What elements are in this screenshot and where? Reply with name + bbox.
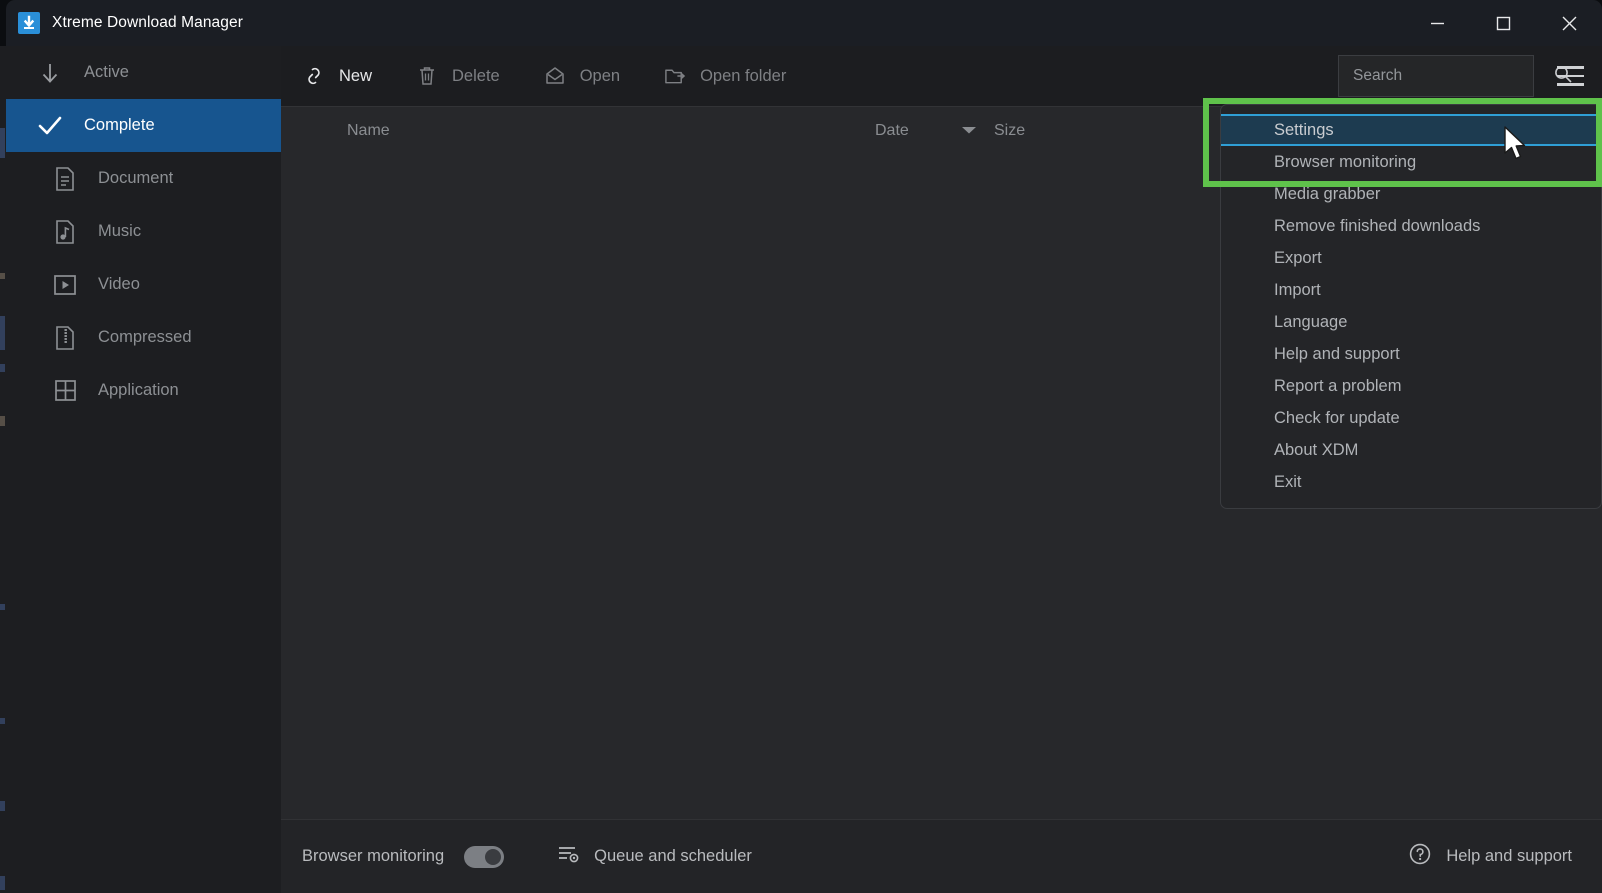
- column-header-date[interactable]: Date: [875, 122, 909, 140]
- grid-icon: [52, 378, 78, 404]
- menu-item-label: Settings: [1274, 120, 1334, 139]
- open-folder-label: Open folder: [700, 66, 787, 85]
- play-icon: [52, 272, 78, 298]
- archive-icon: [52, 325, 78, 351]
- menu-item-media-grabber[interactable]: Media grabber: [1221, 178, 1601, 210]
- sidebar-item-label: Video: [98, 275, 140, 293]
- menu-item-help-and-support[interactable]: Help and support: [1221, 338, 1601, 370]
- main-menu-dropdown: Settings Browser monitoring Media grabbe…: [1220, 104, 1602, 509]
- open-folder-button[interactable]: Open folder: [642, 46, 808, 106]
- sidebar-item-label: Music: [98, 222, 142, 240]
- menu-item-label: Import: [1274, 280, 1321, 299]
- open-button[interactable]: Open: [522, 46, 642, 106]
- menu-item-label: Media grabber: [1274, 184, 1381, 203]
- close-icon[interactable]: [1536, 0, 1602, 46]
- menu-item-label: Remove finished downloads: [1274, 216, 1481, 235]
- help-and-support-button[interactable]: Help and support: [1408, 842, 1572, 871]
- document-icon: [52, 166, 78, 192]
- music-note-icon: [52, 219, 78, 245]
- menu-item-language[interactable]: Language: [1221, 306, 1601, 338]
- sidebar-item-compressed[interactable]: Compressed: [6, 311, 281, 364]
- menu-item-export[interactable]: Export: [1221, 242, 1601, 274]
- menu-item-label: Browser monitoring: [1274, 152, 1417, 171]
- down-arrow-icon: [36, 59, 64, 87]
- menu-item-settings[interactable]: Settings: [1221, 114, 1601, 146]
- check-icon: [36, 112, 64, 140]
- menu-item-exit[interactable]: Exit: [1221, 466, 1601, 498]
- envelope-open-icon: [544, 65, 566, 87]
- menu-item-label: Check for update: [1274, 408, 1400, 427]
- chevron-down-icon[interactable]: [961, 122, 977, 140]
- browser-monitoring-toggle[interactable]: [464, 845, 505, 868]
- sidebar-item-label: Compressed: [98, 328, 192, 346]
- sidebar-item-active[interactable]: Active: [6, 46, 281, 99]
- application-window: Xtreme Download Manager Active Complete …: [0, 0, 1602, 893]
- delete-label: Delete: [452, 66, 500, 85]
- sidebar-item-music[interactable]: Music: [6, 205, 281, 258]
- sidebar-item-document[interactable]: Document: [6, 152, 281, 205]
- new-download-label: New: [339, 66, 373, 85]
- window-controls: [1404, 0, 1602, 46]
- menu-item-label: Help and support: [1274, 344, 1400, 363]
- menu-item-check-for-update[interactable]: Check for update: [1221, 402, 1601, 434]
- sidebar-item-label: Active: [84, 63, 129, 81]
- toolbar: New Delete Open Open folder Search: [281, 46, 1602, 106]
- window-title: Xtreme Download Manager: [52, 14, 243, 31]
- trash-icon: [416, 65, 438, 87]
- menu-item-import[interactable]: Import: [1221, 274, 1601, 306]
- maximize-icon[interactable]: [1470, 0, 1536, 46]
- menu-item-label: Export: [1274, 248, 1322, 267]
- help-label: Help and support: [1446, 847, 1572, 865]
- menu-item-label: Exit: [1274, 472, 1302, 491]
- open-label: Open: [579, 66, 621, 85]
- menu-item-report-a-problem[interactable]: Report a problem: [1221, 370, 1601, 402]
- download-arrow-icon: [18, 12, 40, 34]
- queue-settings-icon: [556, 843, 580, 870]
- sidebar-item-label: Complete: [84, 116, 155, 134]
- column-header-size[interactable]: Size: [994, 122, 1025, 140]
- toggle-knob: [485, 848, 502, 865]
- question-circle-icon: [1408, 842, 1432, 871]
- queue-and-scheduler-button[interactable]: Queue and scheduler: [556, 843, 752, 870]
- folder-arrow-icon: [664, 65, 686, 87]
- sidebar-item-application[interactable]: Application: [6, 364, 281, 417]
- menu-item-label: About XDM: [1274, 440, 1359, 459]
- minimize-icon[interactable]: [1404, 0, 1470, 46]
- column-header-name[interactable]: Name: [347, 122, 390, 140]
- queue-label: Queue and scheduler: [594, 847, 752, 865]
- menu-item-about-xdm[interactable]: About XDM: [1221, 434, 1601, 466]
- browser-monitoring-label: Browser monitoring: [302, 847, 445, 865]
- status-bar: Browser monitoring Queue and scheduler H…: [281, 819, 1602, 893]
- link-icon: [303, 65, 325, 87]
- title-bar: Xtreme Download Manager: [6, 0, 1602, 46]
- menu-item-label: Report a problem: [1274, 376, 1402, 395]
- menu-item-browser-monitoring[interactable]: Browser monitoring: [1221, 146, 1601, 178]
- sidebar-item-label: Application: [98, 381, 179, 399]
- sidebar-item-label: Document: [98, 169, 174, 187]
- menu-item-remove-finished-downloads[interactable]: Remove finished downloads: [1221, 210, 1601, 242]
- new-download-button[interactable]: New: [281, 46, 394, 106]
- delete-button[interactable]: Delete: [394, 46, 522, 106]
- sidebar-item-video[interactable]: Video: [6, 258, 281, 311]
- hamburger-icon[interactable]: [1538, 46, 1602, 106]
- sidebar: Active Complete Document Music Video Com…: [6, 46, 281, 893]
- menu-item-label: Language: [1274, 312, 1348, 331]
- search-box[interactable]: [1338, 55, 1572, 97]
- sidebar-item-complete[interactable]: Complete: [6, 99, 281, 152]
- search-input[interactable]: [1353, 67, 1553, 85]
